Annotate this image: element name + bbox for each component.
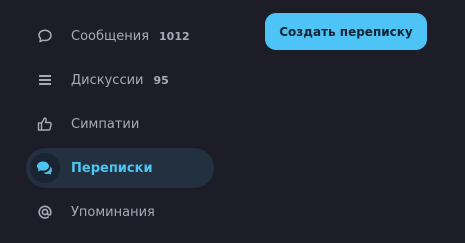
- messages-count-badge: 1012: [159, 29, 190, 43]
- sidebar-item-label: Упоминания: [71, 204, 155, 220]
- sidebar-item-conversations[interactable]: Переписки: [26, 148, 214, 188]
- conversations-icon: [30, 153, 60, 183]
- chat-bubble-icon: [35, 26, 55, 46]
- sidebar-nav: Сообщения 1012 Дискуссии 95 Симпатии Пер…: [26, 16, 214, 236]
- sidebar-item-label: Симпатии: [71, 116, 140, 132]
- sidebar-item-label: Дискуссии: [71, 72, 144, 88]
- sidebar-item-mentions[interactable]: Упоминания: [26, 192, 214, 232]
- sidebar-item-messages[interactable]: Сообщения 1012: [26, 16, 214, 56]
- at-sign-icon: [35, 202, 55, 222]
- discussions-count-badge: 95: [153, 73, 169, 87]
- sidebar-item-label: Сообщения: [71, 28, 150, 44]
- list-icon: [35, 70, 55, 90]
- sidebar-item-label: Переписки: [71, 160, 153, 176]
- thumbs-up-icon: [35, 114, 55, 134]
- create-conversation-button[interactable]: Создать переписку: [265, 13, 427, 50]
- sidebar-item-likes[interactable]: Симпатии: [26, 104, 214, 144]
- sidebar-item-discussions[interactable]: Дискуссии 95: [26, 60, 214, 100]
